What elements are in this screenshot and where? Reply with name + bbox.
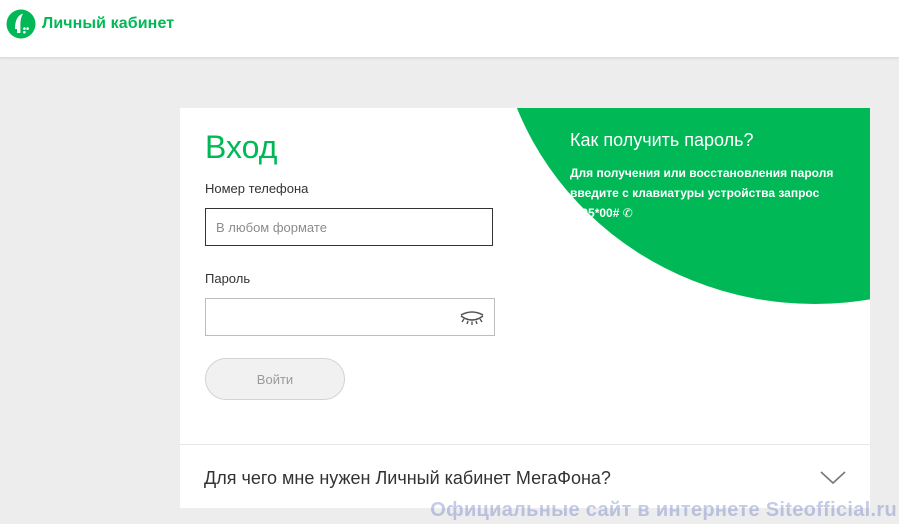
faq-question: Для чего мне нужен Личный кабинет МегаФо… [204,468,611,488]
eye-closed-icon[interactable] [458,307,486,327]
login-card: Как получить пароль? Для получения или в… [180,108,870,508]
login-button[interactable]: Войти [205,358,345,400]
megafon-logo-icon [6,9,36,39]
help-text: Для получения или восстановления пароля … [570,163,840,223]
phone-label: Номер телефона [205,181,309,196]
phone-handset-icon: ✆ [622,206,633,220]
help-instruction: Для получения или восстановления пароля … [570,166,834,220]
password-label: Пароль [205,271,251,286]
chevron-down-icon[interactable] [820,471,846,485]
page-title: Вход [205,129,278,165]
help-title: Как получить пароль? [570,130,754,150]
top-header: Личный кабинет [0,0,899,58]
phone-input[interactable] [205,208,493,246]
watermark: Официальные сайт в интернете Siteofficia… [430,499,897,521]
logo-text: Личный кабинет [42,15,175,32]
logo-link[interactable]: Личный кабинет [6,9,174,39]
password-input[interactable] [205,298,495,336]
